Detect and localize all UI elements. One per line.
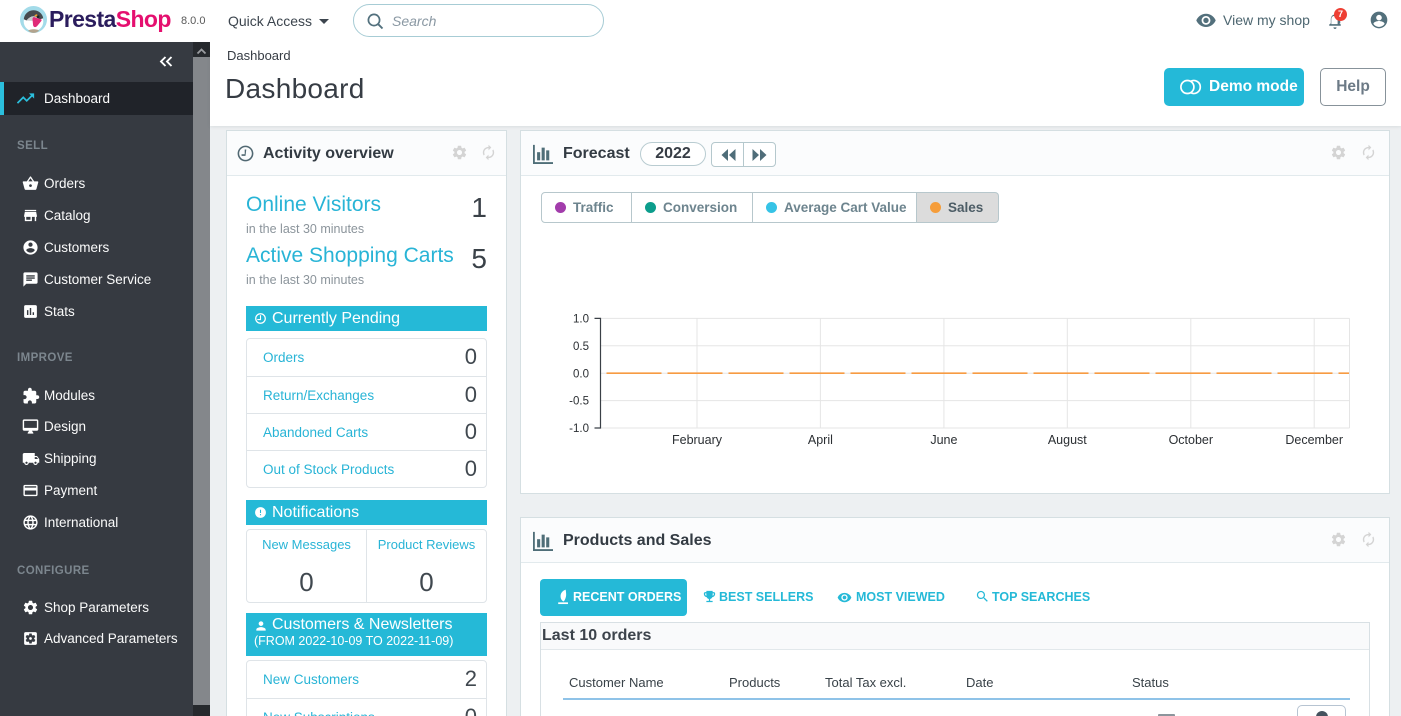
svg-text:April: April [808,433,833,447]
svg-text:-1.0: -1.0 [569,423,589,435]
svg-text:0.0: 0.0 [573,368,589,380]
svg-text:October: October [1169,433,1213,447]
svg-text:February: February [672,433,723,447]
svg-text:June: June [930,433,957,447]
svg-text:0.5: 0.5 [573,341,589,353]
svg-text:December: December [1285,433,1343,447]
svg-text:-0.5: -0.5 [569,396,589,408]
svg-text:August: August [1048,433,1087,447]
svg-text:1.0: 1.0 [573,314,589,326]
